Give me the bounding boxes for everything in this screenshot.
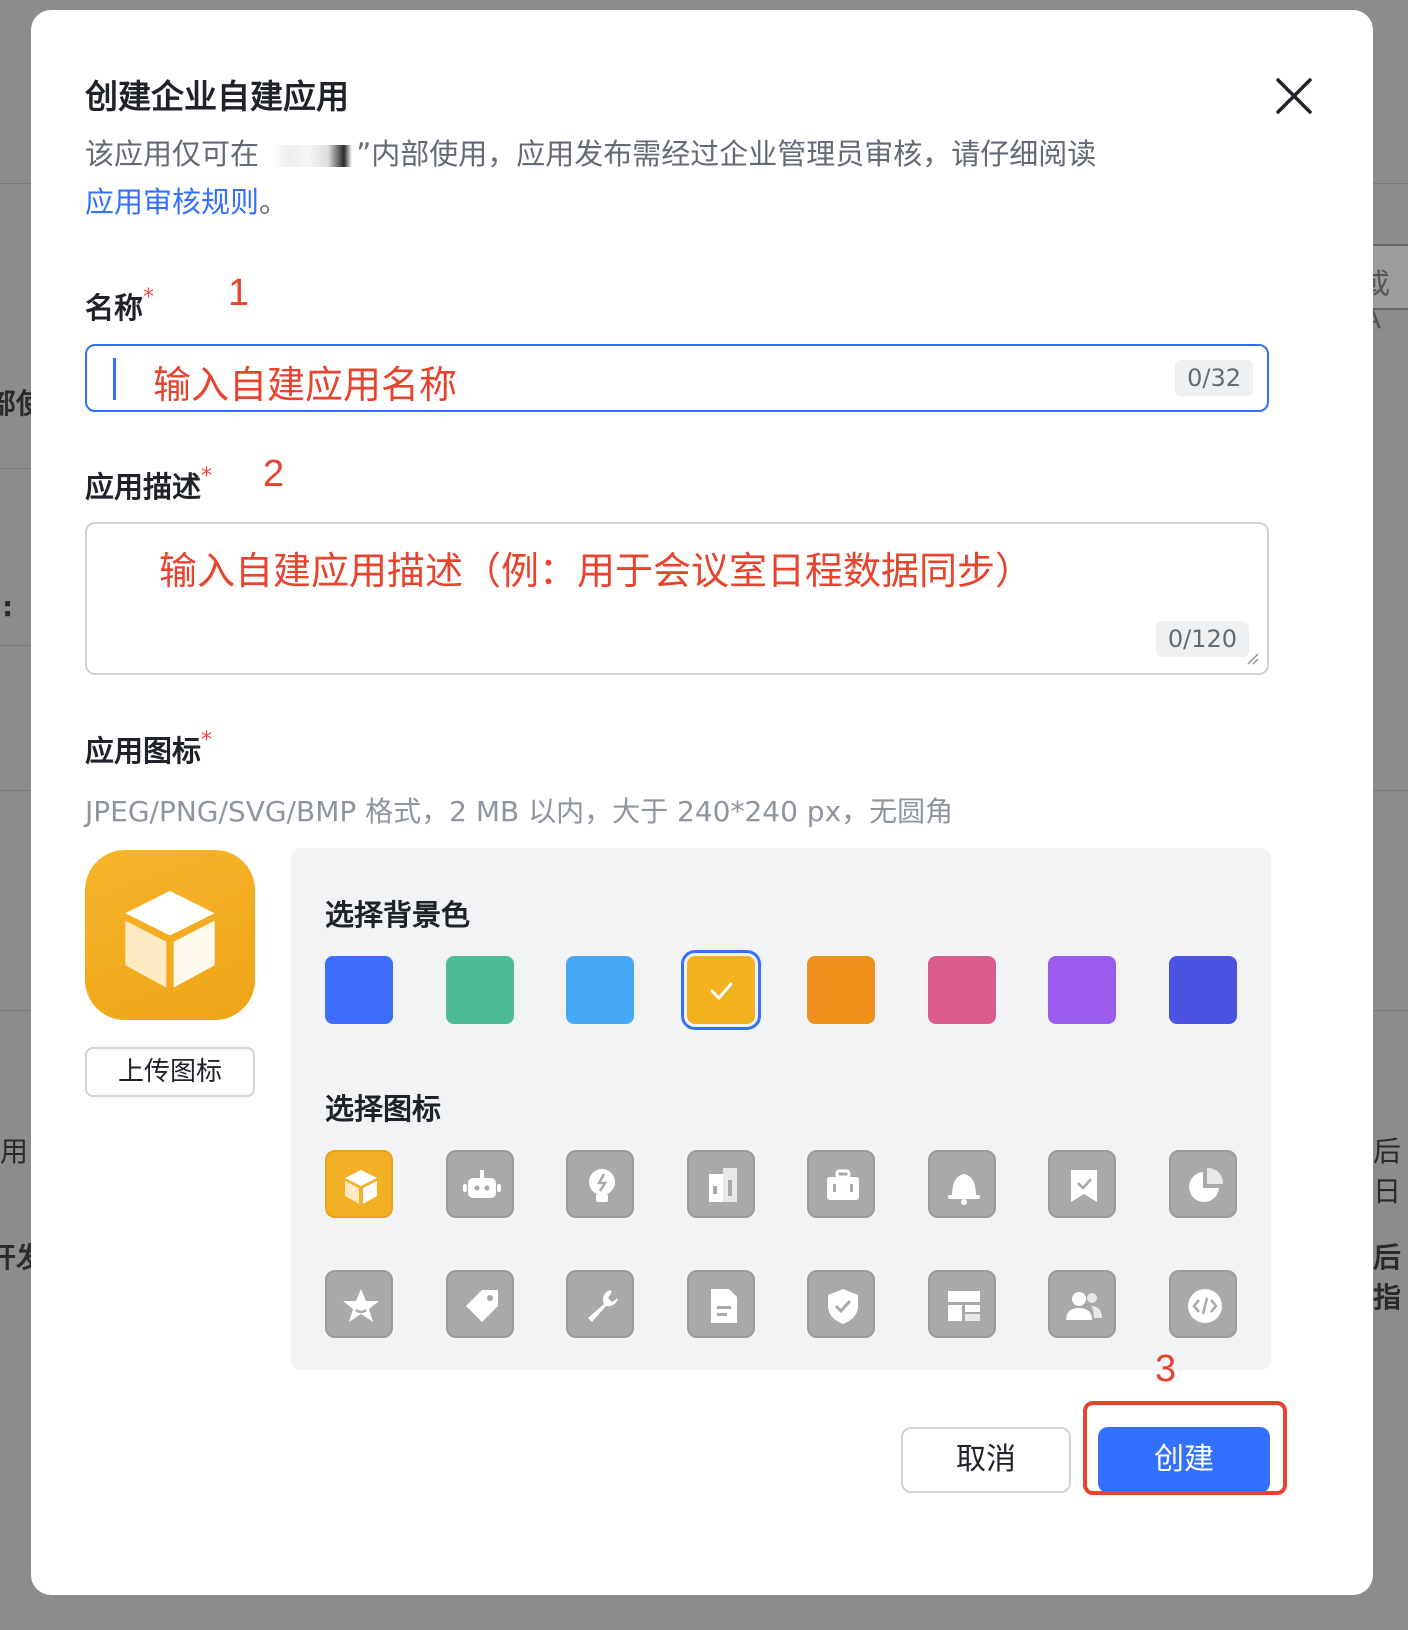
cube-icon [125,890,215,988]
icon-option[interactable] [928,1270,996,1338]
text-caret [113,358,116,400]
bookmark-icon [1071,1170,1097,1202]
description-label: 应用描述* [85,464,212,506]
bg-text: 用 [0,1135,29,1168]
bg-divider [0,645,31,646]
color-swatch[interactable] [1048,956,1116,1024]
dialog-description: 该应用仅可在 ”内部使用，应用发布需经过企业管理员审核，请仔细阅读 应用审核规则… [85,130,1205,226]
color-swatch[interactable] [325,956,393,1024]
upload-icon-button[interactable]: 上传图标 [85,1047,255,1097]
cube-icon [345,1170,377,1204]
layout-icon [948,1291,980,1321]
description-label-text: 应用描述 [85,470,202,504]
name-char-counter: 0/32 [1175,360,1253,396]
check-icon [710,982,733,1000]
name-label: 名称* [85,285,154,327]
name-placeholder: 输入自建应用名称 [153,363,458,407]
bg-divider [0,183,31,184]
robot-icon [463,1170,501,1198]
bg-divider [1373,790,1408,791]
icon-option[interactable] [687,1150,755,1218]
bg-divider [1373,1010,1408,1011]
icon-option[interactable] [928,1150,996,1218]
bg-text: 后日 [1373,1135,1402,1208]
description-text: ”内部使用，应用发布需经过企业管理员审核，请仔细阅读 [356,137,1097,171]
description-text: 。 [259,185,289,219]
icon-option[interactable] [1048,1270,1116,1338]
app-name-input[interactable]: 输入自建应用名称 0/32 [85,344,1269,412]
close-icon[interactable] [1270,72,1318,120]
create-app-dialog: 创建企业自建应用 该应用仅可在 ”内部使用，应用发布需经过企业管理员审核，请仔细… [31,10,1373,1595]
redacted-org-name [272,145,353,167]
icon-option[interactable] [325,1270,393,1338]
resize-handle-icon[interactable] [1245,651,1259,665]
users-icon [1066,1292,1102,1320]
icon-option[interactable] [1169,1270,1237,1338]
icon-label: 应用图标* [85,728,212,770]
icon-preview [85,850,255,1020]
shield-icon [828,1289,858,1324]
briefcase-icon [827,1169,859,1200]
icon-option[interactable] [687,1270,755,1338]
bg-text: 后指 [1373,1241,1402,1314]
name-label-text: 名称 [85,291,144,325]
color-swatch[interactable] [446,956,514,1024]
icon-option[interactable] [566,1150,634,1218]
color-swatch[interactable] [687,956,755,1024]
icon-option[interactable] [1169,1150,1237,1218]
highlight-box [1083,1401,1287,1495]
icon-picker-panel: 选择背景色 选择图标 [291,848,1271,1370]
icon-option[interactable] [446,1270,514,1338]
color-swatch[interactable] [1169,956,1237,1024]
icon-option[interactable] [807,1270,875,1338]
color-swatch[interactable] [566,956,634,1024]
wrench-icon [588,1290,618,1322]
icon-option[interactable] [807,1150,875,1218]
icon-label-text: 应用图标 [85,734,202,768]
icon-option[interactable] [325,1150,393,1218]
annotation-3: 3 [1155,1348,1177,1390]
bg-divider [0,1010,31,1011]
required-mark: * [201,728,213,753]
app-description-textarea[interactable]: 输入自建应用描述（例：用于会议室日程数据同步） 0/120 [85,522,1269,675]
bg-divider [0,790,31,791]
color-swatch[interactable] [928,956,996,1024]
code-icon [1188,1289,1222,1323]
icon-format-hint: JPEG/PNG/SVG/BMP 格式，2 MB 以内，大于 240*240 p… [85,795,954,828]
tag-icon [466,1290,498,1322]
bg-divider [0,468,31,469]
annotation-1: 1 [228,272,250,314]
bg-color-title: 选择背景色 [325,898,471,932]
review-rules-link[interactable]: 应用审核规则 [85,185,259,219]
required-mark: * [201,464,213,489]
bg-text: : [2,590,14,623]
icon-option[interactable] [1048,1150,1116,1218]
annotation-2: 2 [263,453,285,495]
icon-choice-title: 选择图标 [325,1092,442,1126]
dialog-title: 创建企业自建应用 [85,77,349,116]
icon-option[interactable] [446,1150,514,1218]
bg-divider [1373,183,1408,184]
document-icon [711,1289,737,1323]
pie-chart-icon [1189,1167,1224,1202]
description-placeholder: 输入自建应用描述（例：用于会议室日程数据同步） [159,549,1034,593]
bulb-icon [589,1169,615,1202]
description-text: 该应用仅可在 [85,137,260,171]
description-char-counter: 0/120 [1155,621,1249,657]
cancel-button[interactable]: 取消 [901,1427,1071,1493]
icon-option[interactable] [566,1270,634,1338]
required-mark: * [143,285,155,310]
star-icon [343,1289,379,1322]
color-swatch[interactable] [807,956,875,1024]
building-icon [709,1168,737,1202]
bell-icon [948,1174,980,1205]
